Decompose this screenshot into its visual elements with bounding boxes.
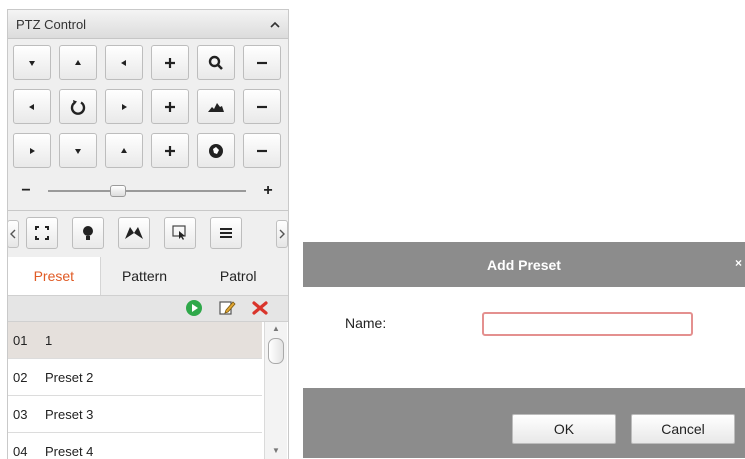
preset-number: 02 bbox=[13, 369, 28, 385]
pan-down-right-button[interactable] bbox=[105, 133, 143, 168]
pan-up-right-button[interactable] bbox=[105, 45, 143, 80]
preset-row[interactable]: 03 Preset 3 bbox=[8, 396, 262, 433]
iris-open-button[interactable] bbox=[151, 133, 189, 168]
pan-down-left-button[interactable] bbox=[13, 133, 51, 168]
plus-icon bbox=[165, 101, 175, 112]
preset-number: 01 bbox=[13, 332, 28, 348]
pan-up-button[interactable] bbox=[59, 45, 97, 80]
tab-pattern[interactable]: Pattern bbox=[101, 257, 189, 295]
preset-name-input[interactable] bbox=[482, 312, 693, 336]
iris-icon bbox=[209, 143, 223, 158]
tab-preset[interactable]: Preset bbox=[8, 257, 101, 295]
menu-button[interactable] bbox=[210, 217, 242, 249]
3d-positioning-button[interactable] bbox=[26, 217, 58, 249]
minus-icon bbox=[257, 105, 267, 108]
zoom-out-button[interactable] bbox=[243, 45, 281, 80]
preset-name: Preset 3 bbox=[45, 406, 94, 422]
dialog-title-bar[interactable]: Add Preset × bbox=[303, 242, 745, 287]
preset-number: 03 bbox=[13, 406, 28, 422]
ok-button[interactable]: OK bbox=[512, 414, 616, 444]
auto-scan-icon bbox=[70, 99, 86, 115]
edit-icon[interactable] bbox=[218, 299, 236, 317]
scroll-left-button[interactable] bbox=[8, 220, 19, 248]
arrow-up-icon bbox=[75, 59, 81, 65]
plus-icon bbox=[165, 57, 175, 68]
light-icon bbox=[83, 226, 93, 240]
ptz-title: PTZ Control bbox=[16, 16, 87, 32]
delete-icon[interactable] bbox=[251, 299, 269, 317]
pan-down-button[interactable] bbox=[59, 133, 97, 168]
wiper-button[interactable] bbox=[118, 217, 150, 249]
focus-far-button[interactable] bbox=[243, 89, 281, 124]
name-label: Name: bbox=[345, 315, 387, 331]
arrow-right-icon bbox=[122, 103, 127, 110]
scrollbar-thumb[interactable] bbox=[268, 338, 284, 364]
pan-up-left-button[interactable] bbox=[13, 45, 51, 80]
speed-slider[interactable]: − + bbox=[18, 180, 276, 202]
one-touch-focus-button[interactable] bbox=[164, 217, 196, 249]
close-icon[interactable]: × bbox=[735, 256, 745, 270]
focus-button[interactable] bbox=[197, 89, 235, 124]
dialog-body: Name: bbox=[303, 287, 745, 388]
ptz-header[interactable]: PTZ Control bbox=[8, 10, 288, 39]
speed-decrease[interactable]: − bbox=[18, 182, 34, 200]
speed-thumb[interactable] bbox=[110, 185, 126, 197]
preset-list: 01 1 02 Preset 2 03 Preset 3 04 Preset 4… bbox=[8, 322, 288, 459]
plus-icon bbox=[165, 145, 175, 156]
arrow-down-icon bbox=[75, 148, 81, 154]
3d-positioning-icon bbox=[35, 226, 49, 240]
one-touch-focus-icon bbox=[172, 225, 186, 240]
wiper-icon bbox=[125, 227, 143, 239]
preset-name: Preset 4 bbox=[45, 443, 94, 459]
minus-icon bbox=[257, 61, 267, 64]
speed-track[interactable] bbox=[48, 185, 246, 197]
arrow-up-icon bbox=[121, 147, 127, 153]
chevron-left-icon bbox=[10, 229, 16, 239]
preset-row[interactable]: 01 1 bbox=[8, 322, 262, 359]
arrow-left-icon bbox=[29, 103, 34, 110]
scroll-down-arrow[interactable]: ▼ bbox=[265, 446, 287, 459]
preset-number: 04 bbox=[13, 443, 28, 459]
ptz-tabs: Preset Pattern Patrol bbox=[8, 257, 288, 295]
zoom-in-button[interactable] bbox=[151, 45, 189, 80]
dialog-footer: OK Cancel bbox=[303, 388, 745, 458]
minus-icon bbox=[257, 149, 267, 152]
aux-function-bar bbox=[8, 215, 288, 251]
chevron-up-icon[interactable] bbox=[270, 17, 280, 31]
pan-right-button[interactable] bbox=[105, 89, 143, 124]
preset-row[interactable]: 04 Preset 4 bbox=[8, 433, 262, 459]
zoom-button[interactable] bbox=[197, 45, 235, 80]
ptz-control-panel: PTZ Control − + Preset Pattern Patrol 01… bbox=[7, 9, 289, 459]
arrow-left-icon bbox=[121, 59, 126, 66]
dialog-title: Add Preset bbox=[487, 256, 561, 273]
auto-scan-button[interactable] bbox=[59, 89, 97, 124]
arrow-right-icon bbox=[30, 147, 35, 154]
focus-icon bbox=[208, 102, 224, 112]
preset-name: Preset 2 bbox=[45, 369, 94, 385]
menu-icon bbox=[220, 228, 232, 238]
scroll-right-button[interactable] bbox=[276, 220, 288, 248]
iris-button[interactable] bbox=[197, 133, 235, 168]
arrow-down-icon bbox=[29, 60, 35, 66]
preset-scrollbar[interactable]: ▲ ▼ bbox=[264, 322, 287, 459]
focus-near-button[interactable] bbox=[151, 89, 189, 124]
chevron-right-icon bbox=[279, 229, 285, 239]
ptz-button-grid bbox=[13, 45, 281, 168]
zoom-icon bbox=[208, 55, 223, 70]
tab-patrol[interactable]: Patrol bbox=[188, 257, 288, 295]
preset-name: 1 bbox=[45, 332, 53, 348]
light-button[interactable] bbox=[72, 217, 104, 249]
iris-close-button[interactable] bbox=[243, 133, 281, 168]
speed-increase[interactable]: + bbox=[260, 182, 276, 200]
add-preset-dialog: Add Preset × Name: OK Cancel bbox=[303, 242, 745, 458]
call-preset-icon[interactable] bbox=[185, 299, 203, 317]
cancel-button[interactable]: Cancel bbox=[631, 414, 735, 444]
preset-row[interactable]: 02 Preset 2 bbox=[8, 359, 262, 396]
preset-toolbar bbox=[8, 295, 288, 322]
pan-left-button[interactable] bbox=[13, 89, 51, 124]
divider bbox=[8, 210, 288, 211]
